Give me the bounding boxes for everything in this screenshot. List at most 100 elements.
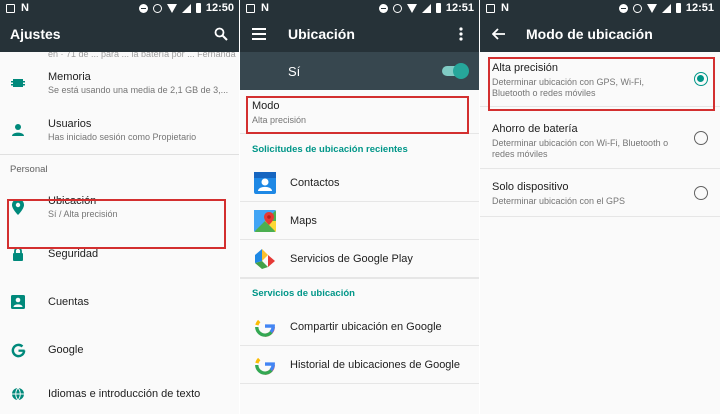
image-icon: [6, 3, 15, 13]
search-icon[interactable]: [212, 25, 230, 43]
google-g-icon: [252, 352, 278, 378]
mode-option-ahorro-bateria[interactable]: Ahorro de batería Determinar ubicación c…: [480, 107, 720, 169]
service-label: Historial de ubicaciones de Google: [290, 358, 460, 371]
settings-item-cuentas[interactable]: Cuentas: [0, 278, 240, 326]
app-bar: Modo de ubicación: [480, 16, 720, 52]
settings-item-google[interactable]: Google: [0, 326, 240, 374]
clipped-row-text: en · 71 de ... para ... la batería por .…: [48, 52, 236, 59]
lock-icon: [10, 246, 26, 262]
signal-icon: [421, 3, 431, 13]
battery-icon: [435, 3, 441, 13]
battery-icon: [675, 3, 681, 13]
settings-item-summary: Has iniciado sesión como Propietario: [48, 132, 197, 142]
hamburger-menu-icon[interactable]: [250, 25, 268, 43]
status-time: 12:50: [205, 2, 234, 14]
location-mode-screen: N 12:51 Modo de ubicación Alta precisión…: [480, 0, 720, 414]
option-description: Determinar ubicación con Wi-Fi, Bluetoot…: [492, 138, 669, 159]
mode-option-alta-precision[interactable]: Alta precisión Determinar ubicación con …: [480, 52, 720, 107]
radio-button[interactable]: [694, 185, 708, 200]
settings-item-label: Seguridad: [48, 248, 99, 260]
back-arrow-icon[interactable]: [490, 25, 508, 43]
recent-app-contactos[interactable]: Contactos: [240, 164, 480, 202]
alarm-icon: [632, 3, 642, 13]
memory-icon: [10, 75, 26, 91]
overflow-menu-icon[interactable]: [452, 25, 470, 43]
n-icon: N: [21, 2, 29, 14]
option-description: Determinar ubicación con GPS, Wi-Fi, Blu…: [492, 77, 645, 98]
alarm-icon: [152, 3, 162, 13]
settings-item-label: Ubicación: [48, 195, 97, 207]
settings-item-label: Google: [48, 344, 84, 356]
location-mode-item[interactable]: Modo Alta precisión: [240, 90, 480, 134]
settings-item-label: Cuentas: [48, 296, 89, 308]
settings-item-idiomas[interactable]: Idiomas e introducción de texto: [0, 374, 240, 414]
screen-divider: [479, 0, 480, 414]
person-icon: [10, 122, 26, 138]
location-screen: N 12:51 Ubicación Sí Modo Alta precisión…: [240, 0, 480, 414]
service-compartir-ubicacion[interactable]: Compartir ubicación en Google: [240, 308, 480, 346]
image-icon: [486, 3, 495, 13]
app-bar: Ajustes: [0, 16, 240, 52]
wifi-icon: [646, 3, 657, 13]
signal-icon: [661, 3, 671, 13]
radio-button-selected[interactable]: [694, 72, 708, 86]
page-title: Ubicación: [288, 26, 355, 42]
alarm-icon: [392, 3, 402, 13]
page-title: Modo de ubicación: [526, 26, 653, 42]
status-bar: N 12:50: [0, 0, 240, 16]
mode-option-solo-dispositivo[interactable]: Solo dispositivo Determinar ubicación co…: [480, 169, 720, 217]
battery-icon: [195, 3, 201, 13]
recent-app-maps[interactable]: Maps: [240, 202, 480, 240]
n-icon: N: [261, 2, 269, 14]
settings-item-usuarios[interactable]: Usuarios Has iniciado sesión como Propie…: [0, 106, 240, 154]
settings-item-summary: Se está usando una media de 2,1 GB de 3,…: [48, 85, 229, 95]
app-bar: Ubicación: [240, 16, 480, 52]
google-g-icon: [10, 342, 26, 358]
mode-label: Modo: [252, 100, 280, 112]
settings-item-memoria[interactable]: Memoria Se está usando una media de 2,1 …: [0, 60, 240, 106]
play-services-icon: [252, 246, 278, 272]
status-bar: N 12:51: [240, 0, 480, 16]
settings-list: en · 71 de ... para ... la batería por .…: [0, 52, 240, 414]
recent-app-label: Maps: [290, 214, 317, 227]
globe-icon: [10, 386, 26, 402]
screenshot-collage: N 12:50 Ajustes en · 71 de ... para ... …: [0, 0, 720, 414]
settings-item-label: Memoria: [48, 71, 91, 83]
section-header: Personal: [0, 154, 240, 184]
wifi-icon: [406, 3, 417, 13]
dnd-icon: [618, 3, 628, 13]
radio-button[interactable]: [694, 130, 708, 145]
dnd-icon: [138, 3, 148, 13]
settings-item-seguridad[interactable]: Seguridad: [0, 230, 240, 278]
settings-item-label: Usuarios: [48, 118, 92, 130]
status-time: 12:51: [685, 2, 714, 14]
status-bar: N 12:51: [480, 0, 720, 16]
location-toggle[interactable]: [442, 63, 469, 79]
location-master-switch-bar[interactable]: Sí: [240, 52, 480, 90]
account-box-icon: [10, 294, 26, 310]
google-g-icon: [252, 314, 278, 340]
dnd-icon: [378, 3, 388, 13]
service-label: Compartir ubicación en Google: [290, 320, 442, 333]
option-label: Alta precisión: [492, 62, 559, 74]
contacts-icon: [252, 170, 278, 196]
settings-item-summary: Sí / Alta precisión: [48, 209, 118, 219]
recent-requests-header: Solicitudes de ubicación recientes: [252, 143, 408, 155]
option-label: Solo dispositivo: [492, 181, 569, 193]
mode-value: Alta precisión: [252, 115, 307, 125]
screen-divider: [239, 0, 240, 414]
location-pin-icon: [10, 199, 26, 215]
location-services-header: Servicios de ubicación: [240, 278, 480, 308]
service-historial-ubicaciones[interactable]: Historial de ubicaciones de Google: [240, 346, 480, 384]
image-icon: [246, 3, 255, 13]
option-label: Ahorro de batería: [492, 123, 578, 135]
settings-item-ubicacion[interactable]: Ubicación Sí / Alta precisión: [0, 184, 240, 230]
n-icon: N: [501, 2, 509, 14]
page-title: Ajustes: [10, 26, 61, 42]
recent-app-play-services[interactable]: Servicios de Google Play: [240, 240, 480, 278]
status-time: 12:51: [445, 2, 474, 14]
recent-app-label: Contactos: [290, 176, 340, 189]
settings-screen: N 12:50 Ajustes en · 71 de ... para ... …: [0, 0, 240, 414]
master-switch-label: Sí: [288, 63, 301, 79]
recent-app-label: Servicios de Google Play: [290, 252, 413, 265]
